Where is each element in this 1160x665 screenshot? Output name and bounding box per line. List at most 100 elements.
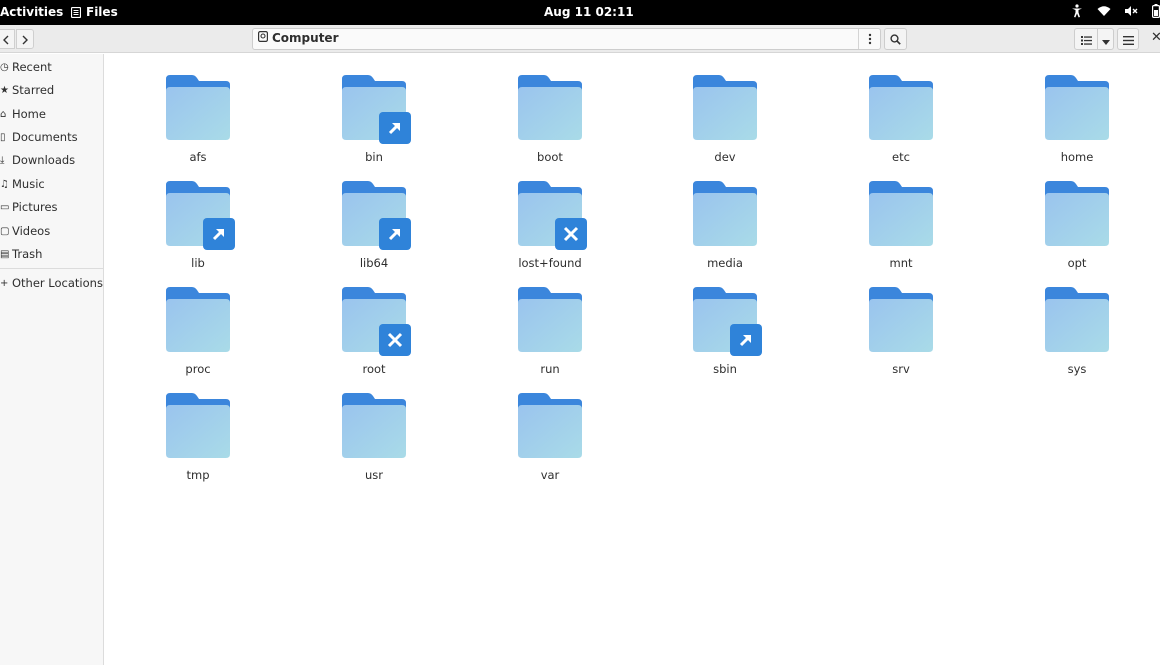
list-view-icon — [1080, 30, 1092, 49]
folder-icon — [166, 75, 230, 141]
folder-label: lib — [191, 256, 205, 270]
star-icon: ★ — [0, 84, 9, 96]
folder-icon — [518, 393, 582, 459]
file-grid: afs bin boot dev etc home lib lib64 lost+found me… — [105, 54, 1160, 665]
folder-label: lib64 — [359, 256, 389, 270]
folder-item[interactable]: afs — [138, 60, 258, 164]
system-tray[interactable] — [1071, 4, 1160, 18]
wifi-icon[interactable] — [1097, 5, 1111, 17]
folder-item[interactable]: mnt — [841, 166, 961, 270]
picture-icon: ▭ — [0, 201, 10, 213]
symlink-arrow-icon — [730, 324, 762, 356]
sidebar-item-home[interactable]: ⌂ Home — [0, 104, 46, 124]
folder-icon — [1045, 181, 1109, 247]
files-app-icon — [71, 6, 81, 18]
header-bar: Computer ✕ — [0, 25, 1160, 53]
folder-label: sbin — [713, 362, 737, 376]
path-bar[interactable]: Computer — [252, 28, 881, 50]
symlink-arrow-icon — [379, 112, 411, 144]
folder-icon — [869, 75, 933, 141]
folder-icon — [166, 287, 230, 353]
folder-item[interactable]: sys — [1017, 272, 1137, 376]
folder-label: usr — [364, 468, 383, 482]
folder-item[interactable]: lib64 — [314, 166, 434, 270]
app-name: Files — [86, 5, 118, 19]
folder-label: dev — [714, 150, 736, 164]
sidebar-separator — [0, 268, 104, 269]
path-location[interactable]: Computer — [258, 31, 338, 45]
main-menu-button[interactable] — [1117, 28, 1139, 50]
folder-icon — [518, 287, 582, 353]
view-mode-button[interactable] — [1074, 28, 1098, 50]
folder-item[interactable]: bin — [314, 60, 434, 164]
folder-label: bin — [365, 150, 383, 164]
volume-muted-icon[interactable] — [1125, 5, 1138, 17]
folder-item[interactable]: lib — [138, 166, 258, 270]
sidebar-item-music[interactable]: ♫ Music — [0, 174, 45, 194]
folder-item[interactable]: sbin — [665, 272, 785, 376]
folder-item[interactable]: lost+found — [490, 166, 610, 270]
folder-icon — [1045, 287, 1109, 353]
folder-label: root — [362, 362, 386, 376]
folder-item[interactable]: home — [1017, 60, 1137, 164]
home-icon: ⌂ — [0, 108, 7, 120]
folder-icon — [869, 287, 933, 353]
folder-item[interactable]: etc — [841, 60, 961, 164]
symlink-arrow-icon — [203, 218, 235, 250]
folder-icon — [1045, 75, 1109, 141]
sidebar-item-documents[interactable]: ▯ Documents — [0, 127, 78, 147]
folder-label: home — [1060, 150, 1094, 164]
folder-icon — [693, 181, 757, 247]
folder-icon — [166, 393, 230, 459]
sidebar-item-pictures[interactable]: ▭ Pictures — [0, 197, 58, 217]
download-icon: ⤓ — [0, 154, 5, 166]
sidebar-item-downloads[interactable]: ⤓ Downloads — [0, 150, 75, 170]
sidebar-item-other-locations[interactable]: + Other Locations — [0, 273, 103, 293]
plus-icon: + — [0, 277, 9, 289]
sidebar-item-trash[interactable]: ▤ Trash — [0, 244, 42, 264]
folder-item[interactable]: tmp — [138, 378, 258, 482]
no-access-x-icon — [379, 324, 411, 356]
folder-item[interactable]: var — [490, 378, 610, 482]
sidebar-item-label: Home — [12, 107, 46, 121]
battery-icon[interactable] — [1152, 4, 1160, 18]
folder-label: proc — [185, 362, 211, 376]
folder-item[interactable]: root — [314, 272, 434, 376]
clock-icon: ◷ — [0, 61, 9, 73]
folder-icon — [693, 75, 757, 141]
back-button[interactable] — [0, 29, 15, 49]
folder-item[interactable]: opt — [1017, 166, 1137, 270]
folder-item[interactable]: dev — [665, 60, 785, 164]
folder-item[interactable]: proc — [138, 272, 258, 376]
folder-item[interactable]: srv — [841, 272, 961, 376]
video-icon: ▢ — [0, 225, 10, 237]
close-icon[interactable]: ✕ — [1151, 30, 1160, 45]
folder-item[interactable]: media — [665, 166, 785, 270]
folder-icon — [342, 393, 406, 459]
folder-icon — [518, 75, 582, 141]
folder-item[interactable]: run — [490, 272, 610, 376]
more-vert-icon — [868, 30, 872, 49]
sidebar-item-videos[interactable]: ▢ Videos — [0, 221, 50, 241]
hamburger-menu-icon — [1122, 30, 1134, 49]
trash-icon: ▤ — [0, 248, 10, 260]
search-button[interactable] — [884, 28, 907, 50]
folder-item[interactable]: boot — [490, 60, 610, 164]
sidebar-item-label: Trash — [12, 247, 43, 261]
clock[interactable]: Aug 11 02:11 — [544, 5, 634, 19]
accessibility-icon[interactable] — [1071, 4, 1083, 18]
sidebar-item-label: Downloads — [12, 153, 76, 167]
folder-item[interactable]: usr — [314, 378, 434, 482]
sidebar-item-label: Other Locations — [12, 276, 103, 290]
forward-button[interactable] — [16, 29, 34, 49]
sidebar-item-recent[interactable]: ◷ Recent — [0, 57, 52, 77]
path-menu-button[interactable] — [858, 29, 880, 49]
location-label: Computer — [272, 31, 339, 45]
view-options-button[interactable] — [1097, 28, 1114, 50]
folder-label: boot — [537, 150, 563, 164]
app-menu[interactable]: Files — [71, 5, 118, 19]
folder-label: sys — [1067, 362, 1087, 376]
activities-button[interactable]: Activities — [0, 5, 63, 19]
sidebar-item-starred[interactable]: ★ Starred — [0, 80, 54, 100]
folder-label: tmp — [186, 468, 210, 482]
